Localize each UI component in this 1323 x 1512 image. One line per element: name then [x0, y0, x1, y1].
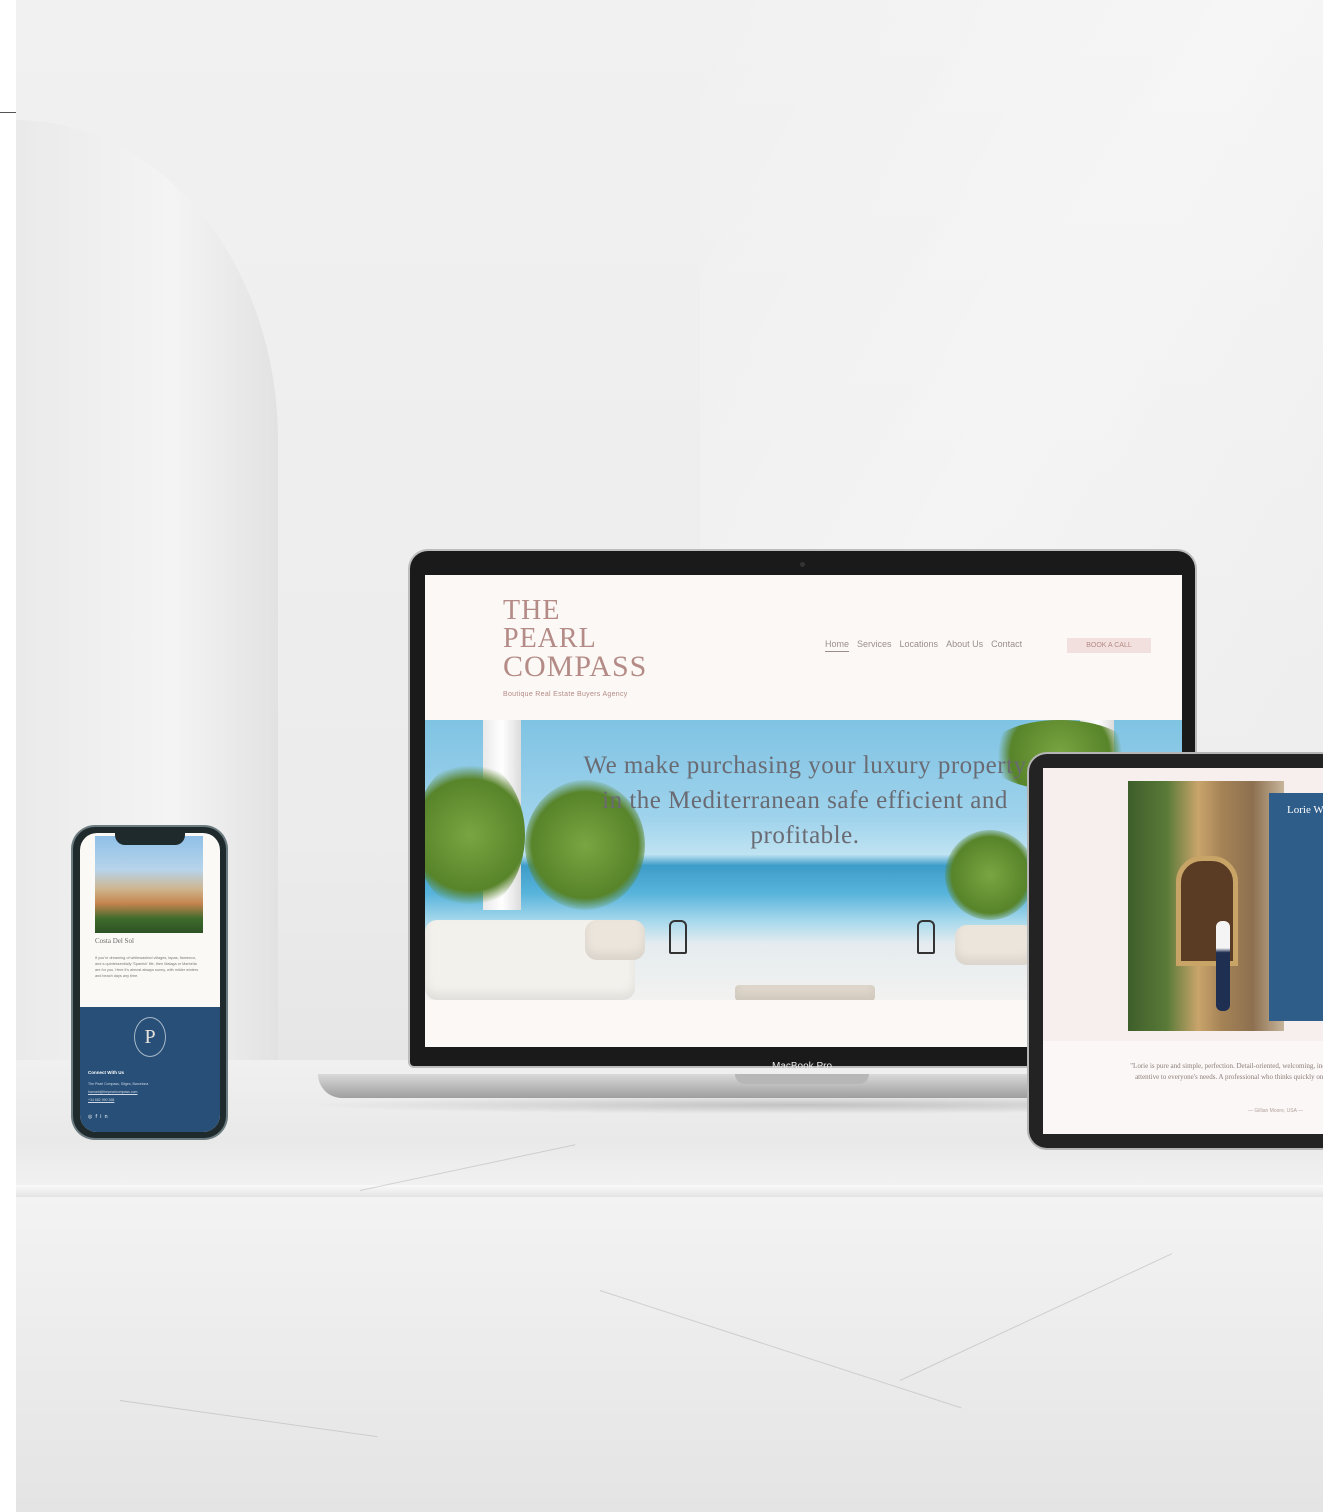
footer-address: The Pearl Compass, Sitges, Barcelona — [88, 1082, 149, 1086]
agent-figure — [1216, 921, 1230, 1011]
nav-home[interactable]: Home — [825, 639, 850, 652]
camera-icon — [800, 562, 805, 567]
left-margin — [0, 0, 16, 1512]
phone-screen: Costa Del Sol If you're dreaming of whit… — [80, 833, 220, 1132]
book-a-call-button[interactable]: BOOK A CALL — [1067, 638, 1151, 653]
location-description: If you're dreaming of whitewashed villag… — [95, 956, 199, 978]
social-links: ◎fin — [88, 1114, 111, 1120]
footer-heading: Connect With Us — [88, 1070, 124, 1075]
agent-photo — [1128, 781, 1284, 1031]
monogram-logo[interactable]: P — [134, 1017, 166, 1057]
corner-rule — [0, 112, 16, 113]
counter-edge — [16, 1185, 1323, 1197]
site-footer: P Connect With Us The Pearl Compass, Sit… — [80, 1007, 220, 1132]
nav-about-us[interactable]: About Us — [946, 639, 983, 652]
nav-locations[interactable]: Locations — [900, 639, 939, 652]
phone-notch — [115, 833, 185, 845]
bio-title: Lorie W — [1287, 804, 1323, 816]
laptop-model-label: MacBook Pro — [771, 1061, 833, 1072]
laptop-notch — [735, 1074, 869, 1084]
linkedin-icon[interactable]: in — [100, 1114, 111, 1120]
mockup-scene: THE PEARL COMPASS Boutique Real Estate B… — [0, 0, 1323, 1512]
hero-headline: We make purchasing your luxury property … — [583, 752, 1027, 849]
sun-lounger — [955, 925, 1035, 965]
tablet-screen: Lorie W "Lorie is pure and simple, perfe… — [1043, 768, 1323, 1134]
bio-panel — [1269, 793, 1323, 1021]
malaga-city-image — [95, 836, 203, 933]
logo-line-1: THE PEARL — [503, 595, 597, 654]
lantern-icon — [669, 920, 687, 954]
coffee-table — [735, 985, 875, 1000]
location-title: Costa Del Sol — [95, 937, 134, 945]
logo-line-2: COMPASS — [503, 650, 648, 683]
sun-lounger — [585, 920, 645, 960]
testimonial-quote: "Lorie is pure and simple, perfection. D… — [1130, 1062, 1323, 1081]
nav-services[interactable]: Services — [857, 639, 892, 652]
nav-contact[interactable]: Contact — [991, 639, 1022, 652]
site-logo[interactable]: THE PEARL COMPASS Boutique Real Estate B… — [503, 595, 653, 699]
testimonial-author: — Gillian Moore, USA — — [1248, 1108, 1304, 1114]
lantern-icon — [917, 920, 935, 954]
footer-email-link[interactable]: hannah@thepearlcompass.com — [88, 1090, 137, 1094]
main-nav: Home Services Locations About Us Contact — [825, 639, 1022, 652]
footer-phone-link[interactable]: +34 682 990 368 — [88, 1098, 114, 1102]
logo-tagline: Boutique Real Estate Buyers Agency — [503, 691, 628, 698]
